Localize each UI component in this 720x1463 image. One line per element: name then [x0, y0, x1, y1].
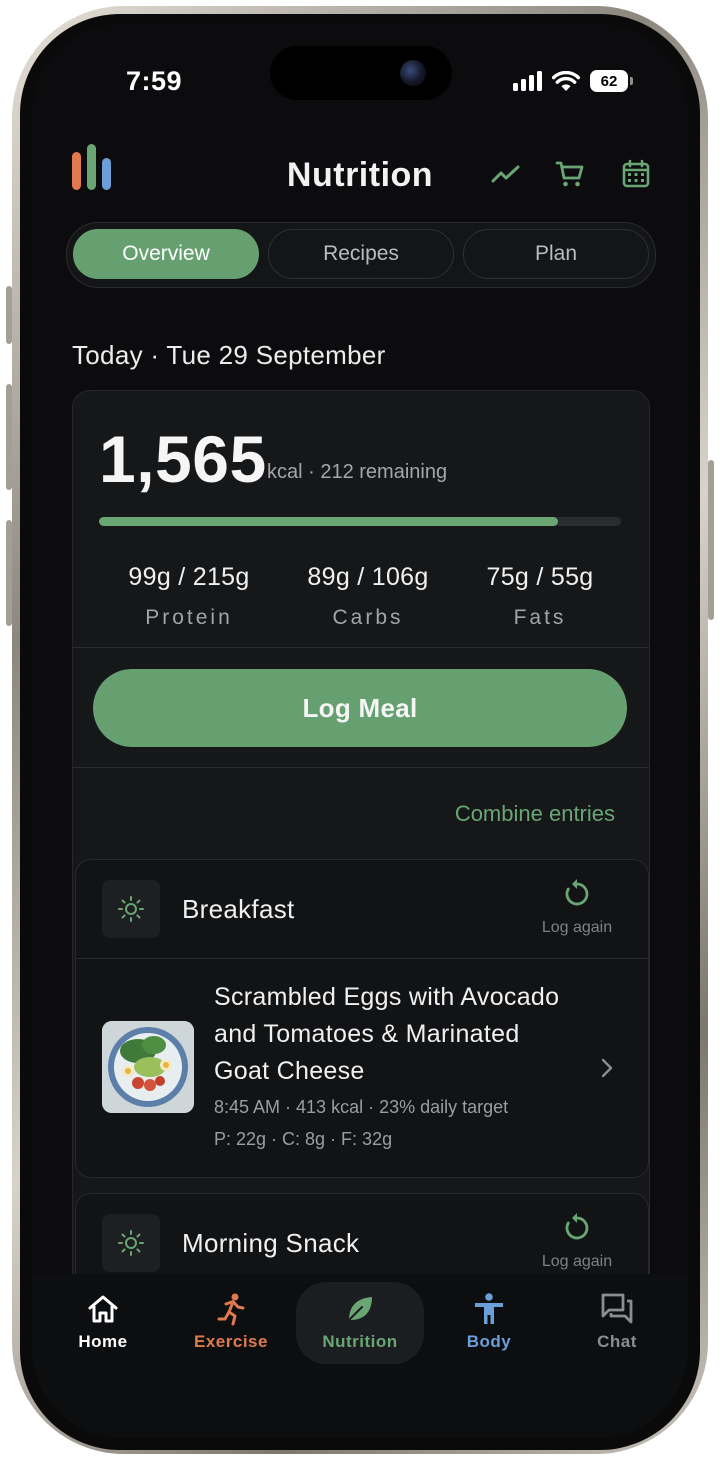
- log-meal-button[interactable]: Log Meal: [93, 669, 627, 747]
- cart-icon[interactable]: [554, 158, 586, 190]
- food-meta: 8:45 AM · 413 kcal · 23% daily target: [214, 1097, 509, 1117]
- camera-icon: [400, 60, 426, 86]
- calendar-icon[interactable]: [620, 158, 652, 190]
- macro-label: Fats: [513, 606, 567, 629]
- macro-protein: 99g / 215g Protein: [101, 563, 277, 630]
- food-photo: [102, 1021, 194, 1113]
- log-again-button[interactable]: Log again: [532, 878, 622, 937]
- calories-remaining: kcal · 212 remaining: [267, 461, 448, 483]
- log-again-label: Log again: [541, 919, 613, 936]
- view-tabs: Overview Recipes Plan: [66, 222, 656, 288]
- macro-value: 99g / 215g: [128, 563, 250, 591]
- bottom-tab-bar: Home Exercise Nutrition Body Chat: [32, 1274, 688, 1438]
- action-button: [6, 286, 12, 344]
- nav-home[interactable]: Home: [39, 1282, 167, 1364]
- trend-icon[interactable]: [490, 158, 522, 190]
- calorie-progress-bar: [99, 517, 621, 526]
- date-heading: Today · Tue 29 September: [72, 340, 386, 370]
- macro-label: Carbs: [332, 606, 404, 629]
- chevron-right-icon: [601, 1058, 613, 1078]
- volume-down-button: [6, 520, 12, 626]
- calorie-progress-fill: [99, 517, 559, 526]
- calories-consumed: 1,565: [99, 422, 267, 496]
- meal-icon: [102, 1214, 160, 1272]
- nav-exercise[interactable]: Exercise: [167, 1282, 295, 1364]
- nav-body[interactable]: Body: [425, 1282, 553, 1364]
- nav-label: Exercise: [194, 1332, 268, 1351]
- chat-icon: [601, 1293, 633, 1324]
- refresh-icon: [565, 1213, 589, 1240]
- food-macros: P: 22g · C: 8g · F: 32g: [214, 1129, 393, 1149]
- log-again-button[interactable]: Log again: [532, 1212, 622, 1271]
- macro-value: 75g / 55g: [486, 563, 594, 591]
- combine-entries-link[interactable]: Combine entries: [455, 801, 615, 827]
- battery-level: 62: [600, 72, 618, 90]
- nav-label: Body: [466, 1332, 512, 1351]
- refresh-icon: [565, 879, 589, 906]
- person-icon: [475, 1293, 503, 1324]
- meal-title: Morning Snack: [182, 1228, 360, 1258]
- page-title: Nutrition: [286, 156, 434, 194]
- tab-recipes[interactable]: Recipes: [268, 229, 454, 279]
- status-indicators: 62: [513, 70, 633, 92]
- macro-fats: 75g / 55g Fats: [452, 563, 628, 630]
- log-again-label: Log again: [541, 1253, 613, 1270]
- macro-label: Protein: [145, 606, 233, 629]
- power-button: [708, 460, 714, 620]
- tab-plan[interactable]: Plan: [463, 229, 649, 279]
- nav-label: Chat: [597, 1332, 637, 1351]
- battery-icon: 62: [590, 70, 633, 92]
- running-icon: [217, 1293, 245, 1326]
- cellular-signal-icon: [513, 71, 542, 91]
- nav-label: Nutrition: [322, 1332, 398, 1351]
- macro-carbs: 89g / 106g Carbs: [280, 563, 456, 630]
- divider: [73, 647, 649, 648]
- tab-overview[interactable]: Overview: [73, 229, 259, 279]
- nav-chat[interactable]: Chat: [553, 1282, 681, 1364]
- nav-label: Home: [78, 1332, 128, 1351]
- leaf-icon: [348, 1297, 372, 1321]
- meal-header: Breakfast Log again: [76, 860, 648, 958]
- meal-title: Breakfast: [182, 894, 295, 924]
- sun-icon: [118, 1230, 144, 1256]
- volume-up-button: [6, 384, 12, 490]
- macro-value: 89g / 106g: [307, 563, 429, 591]
- screen: 7:59 62 Nutrition Overview Recipes Plan …: [32, 24, 688, 1438]
- nav-nutrition[interactable]: Nutrition: [296, 1282, 424, 1364]
- sun-icon: [118, 896, 144, 922]
- home-icon: [88, 1295, 118, 1323]
- dynamic-island: [270, 46, 452, 100]
- divider: [73, 767, 649, 768]
- status-time: 7:59: [126, 66, 183, 96]
- food-name: Scrambled Eggs with Avocado and Tomatoes…: [214, 983, 560, 1085]
- meal-icon: [102, 880, 160, 938]
- wifi-icon: [552, 70, 580, 91]
- meal-section-breakfast: Breakfast Log again Scrambled Eggs with …: [75, 859, 649, 1178]
- meal-entry[interactable]: Scrambled Eggs with Avocado and Tomatoes…: [76, 958, 648, 1177]
